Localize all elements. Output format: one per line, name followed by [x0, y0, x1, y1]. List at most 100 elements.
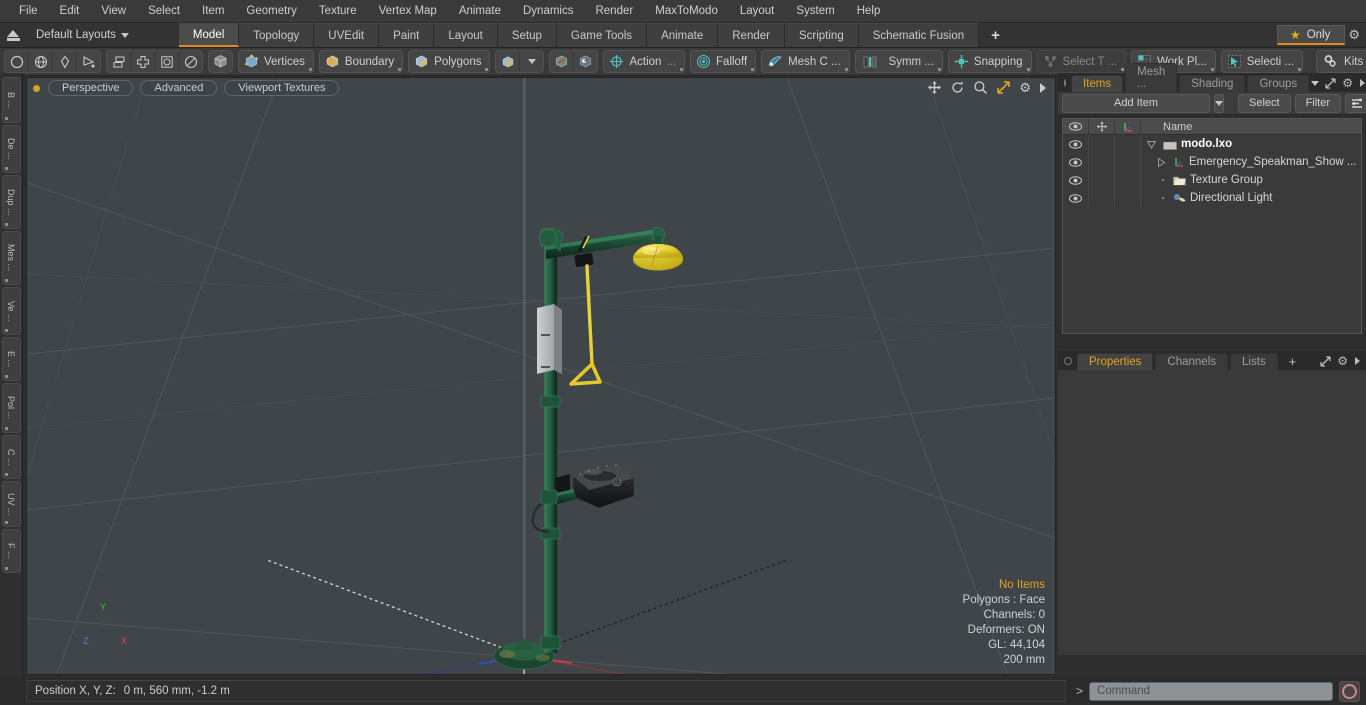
table-row[interactable]: Emergency_Speakman_Show ... [1063, 153, 1361, 171]
add-properties-tab-button[interactable]: + [1280, 353, 1306, 370]
array-icon[interactable] [107, 51, 131, 72]
left-tab-vertex[interactable]: Ve ... [1, 287, 21, 335]
tab-shading[interactable]: Shading [1179, 75, 1246, 92]
viewport-textures-menu[interactable]: Viewport Textures [224, 80, 340, 96]
gear-icon[interactable]: ⚙ [1337, 354, 1348, 368]
zoom-icon[interactable] [973, 80, 988, 95]
fit-icon[interactable] [996, 80, 1011, 95]
menu-item-render[interactable]: Render [584, 1, 644, 21]
only-toggle-button[interactable]: ★ Only [1276, 25, 1346, 45]
table-row[interactable]: ▪ Directional Light [1063, 189, 1361, 207]
list-view-icon[interactable] [1345, 93, 1366, 113]
row-lock-cell[interactable] [1089, 135, 1115, 153]
tab-render[interactable]: Render [718, 23, 785, 47]
tab-channels[interactable]: Channels [1155, 353, 1229, 370]
viewport-perspective-menu[interactable]: Perspective [48, 80, 134, 96]
menu-item-edit[interactable]: Edit [49, 1, 91, 21]
chevron-down-icon[interactable] [520, 51, 543, 72]
gear-icon[interactable]: ⚙ [1348, 27, 1360, 43]
add-item-button[interactable]: Add Item [1062, 93, 1210, 113]
cube-icon[interactable] [209, 51, 232, 72]
row-name-cell[interactable]: modo.lxo [1141, 138, 1361, 150]
tab-animate[interactable]: Animate [647, 23, 719, 47]
item-tree[interactable]: Name modo.lxo Emergency_Speakman_Show ..… [1062, 118, 1362, 334]
tab-mesh-ops[interactable]: Mesh ... [1125, 63, 1178, 92]
left-tab-basic[interactable]: B ... [1, 77, 21, 123]
menu-item-dynamics[interactable]: Dynamics [512, 1, 584, 21]
row-lock-cell[interactable] [1089, 171, 1115, 189]
row-name-cell[interactable]: ▪ Directional Light [1141, 192, 1361, 204]
cross-icon[interactable] [131, 51, 155, 72]
left-tab-curve[interactable]: C ... [1, 435, 21, 479]
tab-lists[interactable]: Lists [1230, 353, 1278, 370]
cube-small-icon[interactable] [496, 51, 521, 72]
menu-item-view[interactable]: View [90, 1, 137, 21]
menu-item-geometry[interactable]: Geometry [235, 1, 308, 21]
tab-scripting[interactable]: Scripting [784, 23, 859, 47]
command-input[interactable]: Command [1089, 681, 1333, 701]
row-axis-cell[interactable] [1115, 135, 1141, 153]
axis-cube-red-icon[interactable] [550, 51, 575, 72]
globe-icon[interactable] [29, 51, 53, 72]
tab-items[interactable]: Items [1071, 75, 1124, 92]
tab-setup[interactable]: Setup [497, 23, 557, 47]
snapping-button[interactable]: Snapping [947, 50, 1032, 73]
row-axis-cell[interactable] [1115, 153, 1141, 171]
symmetry-button[interactable]: Symm ... [854, 50, 943, 73]
home-layout-button[interactable] [0, 23, 26, 47]
square-target-icon[interactable] [155, 51, 179, 72]
expander-expanded-icon[interactable] [1147, 140, 1159, 149]
menu-item-select[interactable]: Select [137, 1, 191, 21]
left-tab-duplicate[interactable]: Dup ... [1, 175, 21, 229]
axis-icon[interactable] [1115, 119, 1141, 134]
left-tab-uv[interactable]: UV ... [1, 481, 21, 527]
select-button[interactable]: Select [1238, 93, 1291, 113]
row-visibility-toggle[interactable] [1063, 153, 1089, 171]
chevron-right-icon[interactable] [1359, 78, 1366, 88]
row-name-cell[interactable]: ▪ Texture Group [1141, 174, 1361, 186]
row-lock-cell[interactable] [1089, 153, 1115, 171]
left-tab-polygon[interactable]: Pol ... [1, 383, 21, 433]
gear-icon[interactable]: ⚙ [1019, 81, 1031, 94]
mesh-constraint-button[interactable]: Mesh C ... [761, 50, 850, 73]
menu-item-file[interactable]: File [8, 1, 49, 21]
pen-icon[interactable] [53, 51, 77, 72]
tab-topology[interactable]: Topology [239, 23, 315, 47]
circle-icon[interactable] [5, 51, 29, 72]
row-visibility-toggle[interactable] [1063, 189, 1089, 207]
tab-uvedit[interactable]: UVEdit [314, 23, 380, 47]
menu-item-system[interactable]: System [785, 1, 845, 21]
select-through-button[interactable]: Select T ... [1036, 50, 1127, 73]
viewport-advanced-menu[interactable]: Advanced [140, 80, 218, 96]
add-item-caret-button[interactable] [1214, 93, 1224, 113]
selection-mode-boundary[interactable]: Boundary [318, 50, 404, 73]
menu-item-animate[interactable]: Animate [448, 1, 512, 21]
move-icon[interactable] [1089, 119, 1115, 134]
eye-icon[interactable] [1063, 119, 1089, 134]
circle-slash-icon[interactable] [179, 51, 202, 72]
menu-item-vertex-map[interactable]: Vertex Map [368, 1, 448, 21]
rotate-icon[interactable] [950, 80, 965, 95]
table-row[interactable]: ▪ Texture Group [1063, 171, 1361, 189]
menu-item-item[interactable]: Item [191, 1, 235, 21]
menu-item-layout[interactable]: Layout [729, 1, 786, 21]
action-center-button[interactable]: Action ... [603, 50, 686, 73]
row-visibility-toggle[interactable] [1063, 171, 1089, 189]
chevron-down-icon[interactable] [1311, 80, 1320, 86]
row-visibility-toggle[interactable] [1063, 135, 1089, 153]
menu-item-texture[interactable]: Texture [308, 1, 368, 21]
move-icon[interactable] [927, 80, 942, 95]
tab-groups[interactable]: Groups [1247, 75, 1310, 92]
tab-game-tools[interactable]: Game Tools [556, 23, 648, 47]
menu-item-maxtomodo[interactable]: MaxToModo [644, 1, 729, 21]
left-tab-fusion[interactable]: F ... [1, 529, 21, 573]
row-name-cell[interactable]: Emergency_Speakman_Show ... [1141, 156, 1361, 168]
chevron-right-icon[interactable] [1039, 82, 1047, 94]
tab-model[interactable]: Model [178, 23, 240, 47]
menu-item-help[interactable]: Help [846, 1, 892, 21]
layout-selector[interactable]: Default Layouts [26, 23, 139, 47]
row-axis-cell[interactable] [1115, 171, 1141, 189]
viewport-3d[interactable]: Perspective Advanced Viewport Textures ⚙… [26, 77, 1056, 675]
left-tab-edge[interactable]: E ... [1, 337, 21, 381]
kits-button[interactable]: Kits [1316, 50, 1366, 73]
